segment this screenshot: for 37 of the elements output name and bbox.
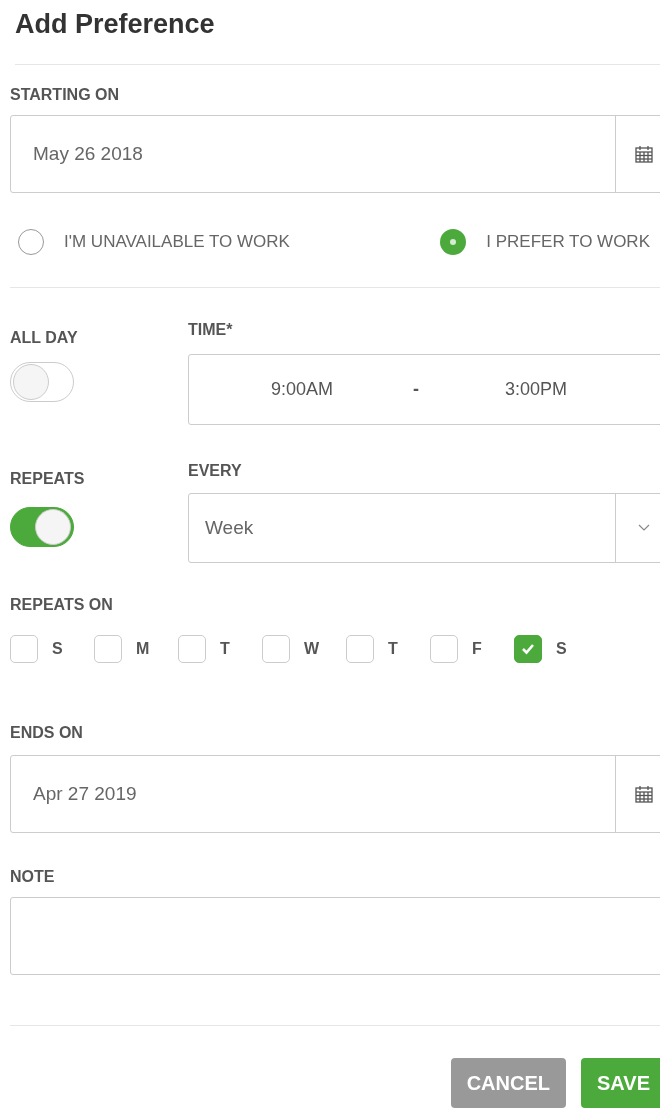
date-field[interactable]: Apr 27 2019 (10, 755, 660, 833)
end-time: 3:00PM (505, 378, 568, 401)
start-time: 9:00AM (271, 378, 334, 401)
radio-unselected-icon (18, 229, 44, 255)
field-label: EVERY (188, 461, 243, 481)
date-value: May 26 2018 (32, 141, 144, 166)
note-field[interactable] (10, 897, 660, 975)
toggle-switch[interactable] (10, 507, 74, 547)
field-label: STARTING ON (10, 85, 121, 105)
day-checkbox[interactable]: F (430, 635, 514, 663)
calendar-icon (633, 784, 654, 804)
field-label: REPEATS ON (10, 595, 114, 615)
chevron-down-icon (637, 524, 650, 532)
dropdown-value: Week (204, 515, 255, 540)
day-checkbox[interactable]: T (346, 635, 430, 663)
radio-selected-icon (440, 229, 467, 255)
field-label: NOTE (10, 867, 56, 887)
field-label: ALL DAY (10, 328, 79, 348)
date-field[interactable]: May 26 2018 (10, 115, 660, 193)
day-checkbox[interactable]: W (262, 635, 346, 663)
day-checkbox[interactable]: S (514, 635, 598, 663)
field-label: TIME* (188, 320, 234, 340)
field-label: ENDS ON (10, 723, 84, 743)
radio-option[interactable]: I PREFER TO WORK (440, 229, 650, 255)
toggle-switch[interactable] (10, 362, 74, 402)
day-checkbox[interactable]: S (10, 635, 94, 663)
check-icon (521, 643, 535, 655)
field-label: REPEATS (10, 469, 86, 489)
frequency-dropdown[interactable]: Week (188, 493, 660, 563)
dialog-title: Add Preference (14, 8, 216, 41)
day-checkbox[interactable]: T (178, 635, 262, 663)
radio-option[interactable]: I'M UNAVAILABLE TO WORK (18, 229, 290, 255)
time-range-field[interactable]: 9:00AM - 3:00PM (188, 354, 660, 425)
time-separator: - (413, 378, 420, 401)
day-checkbox[interactable]: M (94, 635, 178, 663)
date-value: Apr 27 2019 (32, 781, 138, 806)
calendar-icon (633, 144, 654, 164)
